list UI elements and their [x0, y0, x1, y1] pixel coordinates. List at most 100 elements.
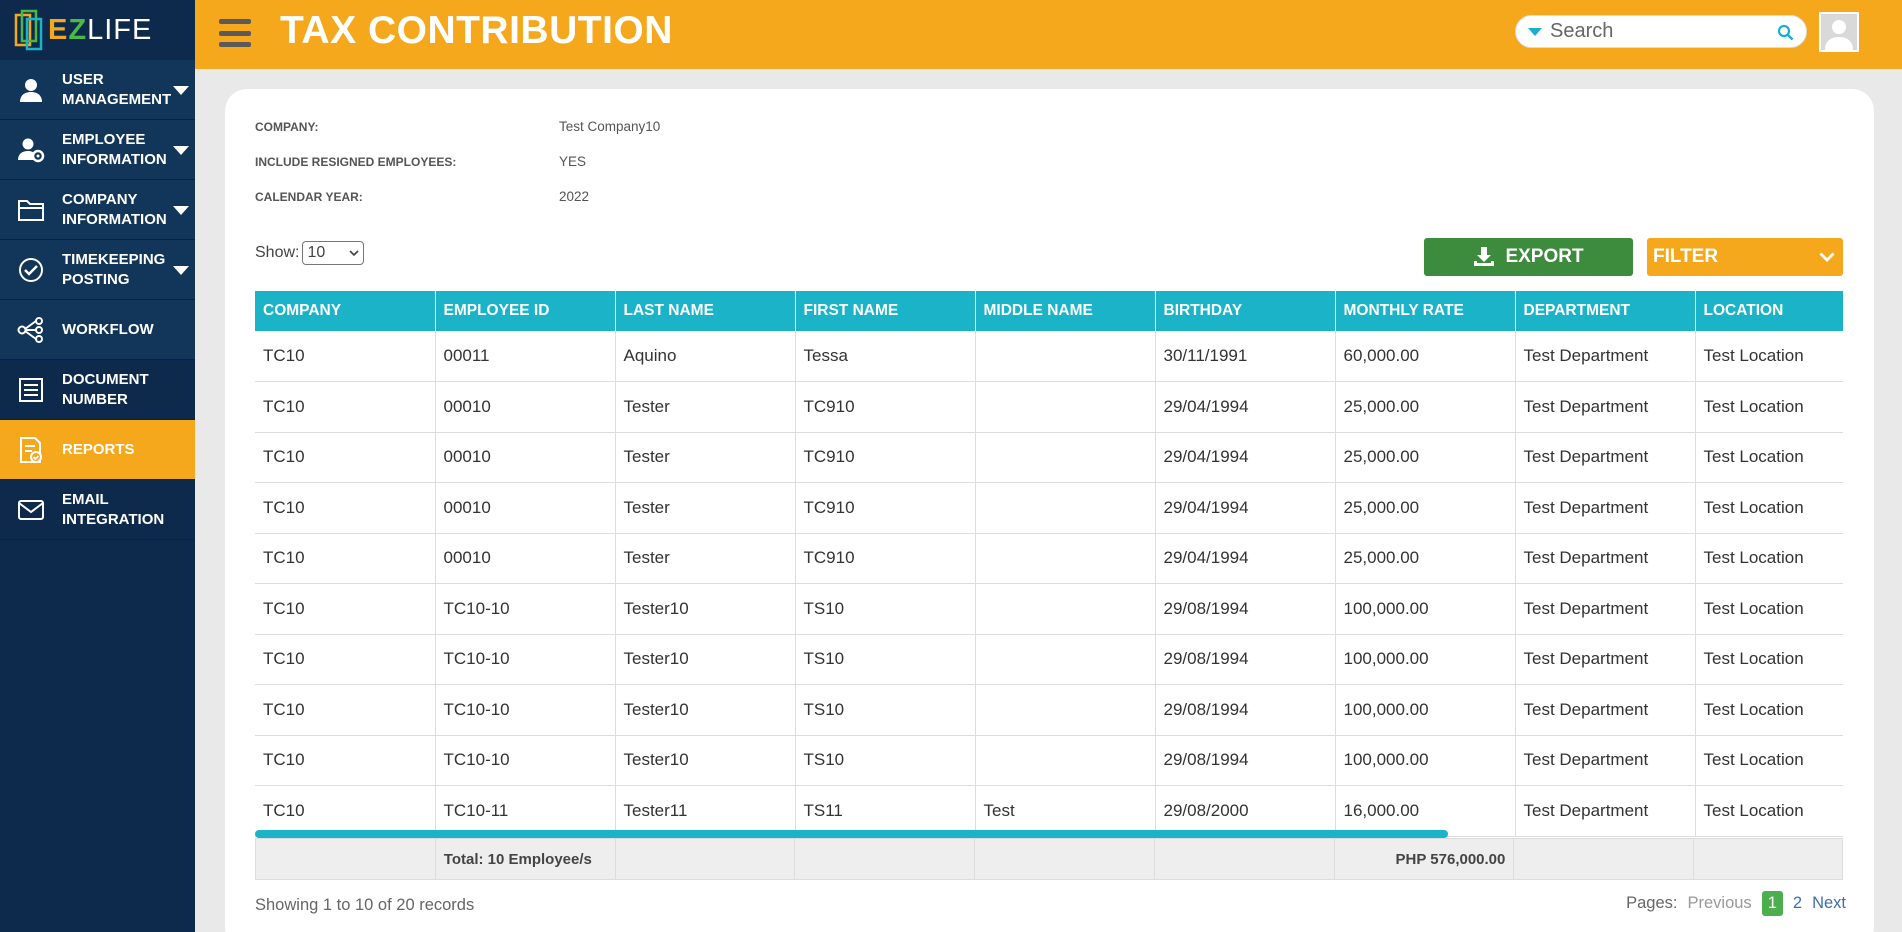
label-line-2: INTEGRATION: [62, 510, 165, 528]
table-cell: TC10: [255, 785, 436, 837]
sidebar-item-label: TIMEKEEPING POSTING: [62, 250, 170, 290]
page-1-link[interactable]: 1: [1761, 891, 1783, 916]
sidebar-item-email-integration[interactable]: EMAIL INTEGRATION: [0, 480, 195, 540]
table-cell: Test Location: [1695, 533, 1843, 584]
search-box: [1515, 15, 1807, 48]
table-row[interactable]: TC10 TC10-10 Tester10 TS10 29/08/1994 100,000…: [255, 634, 1843, 685]
sidebar-item-label: EMPLOYEE INFORMATION: [62, 130, 170, 170]
table-cell: 00010: [435, 381, 616, 433]
table-cell: [975, 533, 1156, 584]
chevron-down-icon: [1819, 252, 1835, 262]
table-cell: 16,000.00: [1335, 785, 1516, 837]
table-cell: Test Department: [1515, 533, 1696, 584]
page-size-select[interactable]: 10: [302, 241, 365, 265]
export-button[interactable]: EXPORT: [1424, 238, 1633, 276]
table-cell: TC10-10: [435, 735, 616, 786]
table-cell: Test Department: [1515, 482, 1696, 534]
next-page-link[interactable]: Next: [1812, 894, 1846, 913]
table-row[interactable]: TC10 00011 Aquino Tessa 30/11/1991 60,000.00 T…: [255, 331, 1843, 382]
page-2-link[interactable]: 2: [1793, 894, 1802, 913]
table-row[interactable]: TC10 00010 Tester TC910 29/04/1994 25,000.00 T…: [255, 432, 1843, 483]
sidebar-item-user-management[interactable]: USER MANAGEMENT: [0, 60, 195, 120]
table-cell: 25,000.00: [1335, 381, 1516, 433]
table-cell: 60,000.00: [1335, 331, 1516, 382]
app-logo[interactable]: EZLIFE: [0, 0, 195, 60]
table-cell: [975, 634, 1156, 685]
caret-down-icon: [173, 206, 189, 215]
table-cell: 00010: [435, 482, 616, 534]
table-cell: 29/04/1994: [1155, 432, 1336, 483]
horizontal-scrollbar[interactable]: [255, 830, 1448, 838]
sidebar-item-employee-information[interactable]: EMPLOYEE INFORMATION: [0, 120, 195, 180]
sidebar-item-reports[interactable]: REPORTS: [0, 420, 195, 480]
table-cell: Test Location: [1695, 735, 1843, 786]
column-header-middle-name[interactable]: MIDDLE NAME: [975, 291, 1156, 331]
column-header-birthday[interactable]: BIRTHDAY: [1155, 291, 1336, 331]
table-cell: TC10-10: [435, 634, 616, 685]
avatar[interactable]: [1819, 12, 1859, 52]
sidebar-item-label: WORKFLOW: [62, 320, 170, 340]
label-line-1: USER: [62, 70, 104, 88]
table-cell: Test Location: [1695, 381, 1843, 433]
sidebar-item-label: EMAIL INTEGRATION: [62, 490, 170, 530]
info-value: Test Company10: [559, 119, 661, 134]
table-cell: [975, 331, 1156, 382]
menu-toggle-icon[interactable]: [219, 19, 251, 47]
totals-cell: [1514, 839, 1695, 879]
sidebar-item-timekeeping-posting[interactable]: TIMEKEEPING POSTING: [0, 240, 195, 300]
table-header: COMPANY EMPLOYEE ID LAST NAME FIRST NAME MID…: [255, 291, 1843, 331]
search-scope-caret-icon[interactable]: [1528, 27, 1542, 36]
logo-word-life: LIFE: [87, 13, 153, 46]
download-icon: [1474, 247, 1495, 266]
table-row[interactable]: TC10 TC10-11 Tester11 TS11 Test 29/08/2000 16,…: [255, 785, 1843, 837]
column-header-company[interactable]: COMPANY: [255, 291, 436, 331]
table-row[interactable]: TC10 TC10-10 Tester10 TS10 29/08/1994 100,000…: [255, 583, 1843, 635]
column-header-department[interactable]: DEPARTMENT: [1515, 291, 1696, 331]
search-input[interactable]: [1550, 20, 1770, 43]
previous-page-link[interactable]: Previous: [1687, 894, 1751, 913]
table-cell: Tessa: [795, 331, 976, 382]
table-cell: 100,000.00: [1335, 735, 1516, 786]
pagination: Pages: Previous 1 2 Next: [1626, 891, 1846, 916]
info-label: COMPANY:: [255, 120, 319, 134]
label-line-2: POSTING: [62, 270, 130, 288]
column-header-monthly-rate[interactable]: MONTHLY RATE: [1335, 291, 1516, 331]
sidebar-item-document-number[interactable]: DOCUMENT NUMBER: [0, 360, 195, 420]
table-cell: TS11: [795, 785, 976, 837]
records-summary: Showing 1 to 10 of 20 records: [255, 896, 475, 914]
sidebar-item-workflow[interactable]: WORKFLOW: [0, 300, 195, 360]
column-header-employee-id[interactable]: EMPLOYEE ID: [435, 291, 616, 331]
table-cell: Test Location: [1695, 331, 1843, 382]
table-cell: Test Department: [1515, 381, 1696, 433]
table-row[interactable]: TC10 00010 Tester TC910 29/04/1994 25,000.00 T…: [255, 482, 1843, 534]
table-cell: 00010: [435, 533, 616, 584]
search-icon[interactable]: [1777, 24, 1794, 41]
table-cell: TC10: [255, 583, 436, 635]
logo-mark-icon: [14, 9, 43, 51]
info-value: YES: [559, 154, 587, 169]
show-label: Show:: [255, 244, 300, 261]
table-cell: TC10: [255, 331, 436, 382]
table-cell: TC910: [795, 432, 976, 483]
table-cell: 29/08/1994: [1155, 583, 1336, 635]
table-cell: TC910: [795, 533, 976, 584]
table-row[interactable]: TC10 00010 Tester TC910 29/04/1994 25,000.00 T…: [255, 533, 1843, 584]
table-cell: 100,000.00: [1335, 684, 1516, 736]
table-cell: TC10: [255, 735, 436, 786]
sidebar-item-label: USER MANAGEMENT: [62, 70, 171, 110]
label-line-2: INFORMATION: [62, 210, 167, 228]
table-cell: [975, 482, 1156, 534]
table-cell: TC10: [255, 634, 436, 685]
table-cell: [975, 735, 1156, 786]
column-header-last-name[interactable]: LAST NAME: [615, 291, 796, 331]
column-header-location[interactable]: LOCATION: [1695, 291, 1843, 331]
document-list-icon: [0, 377, 62, 403]
table-row[interactable]: TC10 00010 Tester TC910 29/04/1994 25,000.00 T…: [255, 381, 1843, 433]
filter-button[interactable]: FILTER: [1647, 238, 1843, 276]
table-row[interactable]: TC10 TC10-10 Tester10 TS10 29/08/1994 100,000…: [255, 684, 1843, 736]
table-cell: TC910: [795, 381, 976, 433]
sidebar-item-company-information[interactable]: COMPANY INFORMATION: [0, 180, 195, 240]
totals-employee-count: Total: 10 Employee/s: [436, 839, 616, 879]
table-row[interactable]: TC10 TC10-10 Tester10 TS10 29/08/1994 100,000…: [255, 735, 1843, 786]
column-header-first-name[interactable]: FIRST NAME: [795, 291, 976, 331]
